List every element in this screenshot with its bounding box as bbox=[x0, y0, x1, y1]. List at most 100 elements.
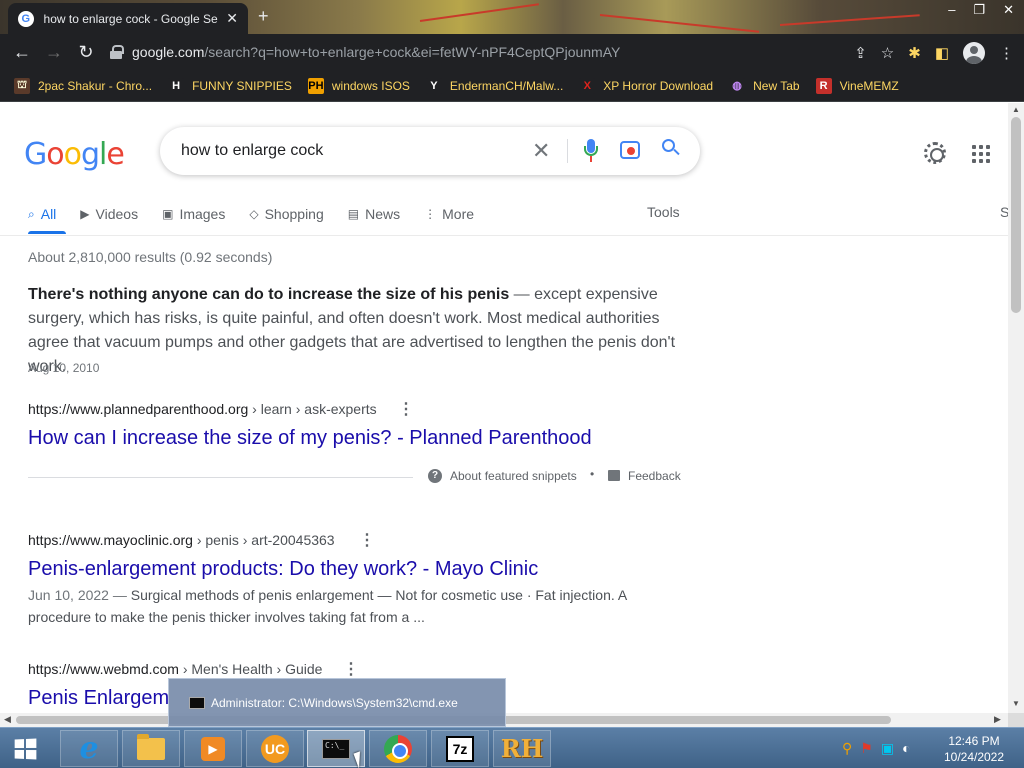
taskbar-media-player[interactable]: ▶ bbox=[184, 730, 242, 767]
taskbar-7zip[interactable]: 7z bbox=[431, 730, 489, 767]
tab-close-icon[interactable]: ✕ bbox=[226, 10, 238, 27]
logo-letter: o bbox=[63, 137, 82, 172]
bookmark-favicon-icon: Y bbox=[425, 77, 442, 94]
chrome-menu-icon[interactable]: ⋮ bbox=[999, 44, 1014, 62]
cmd-window-icon bbox=[189, 696, 205, 709]
tab-all[interactable]: ⌕ All bbox=[28, 203, 56, 225]
bookmark-item[interactable]: R VineMEMZ bbox=[815, 77, 899, 94]
share-icon[interactable]: ⇪ bbox=[854, 44, 867, 62]
tray-flag-icon[interactable]: ⚑ bbox=[860, 740, 873, 757]
google-favicon-icon: G bbox=[18, 10, 34, 27]
taskbar-chrome[interactable] bbox=[369, 730, 427, 767]
taskbar-internet-explorer[interactable]: e bbox=[60, 730, 118, 767]
feedback-icon[interactable] bbox=[608, 470, 620, 481]
cite-breadcrumb: › penis › art-20045363 bbox=[192, 532, 335, 548]
taskbar-resource-hacker[interactable]: RH bbox=[493, 730, 551, 767]
bookmark-favicon-icon: PH bbox=[307, 77, 324, 94]
tray-volume-icon[interactable]: ◐ bbox=[902, 740, 910, 757]
news-tab-icon: ▤ bbox=[347, 207, 360, 221]
result-date: Jun 10, 2022 — bbox=[28, 587, 131, 603]
settings-gear-icon[interactable] bbox=[924, 142, 946, 164]
taskbar-uc-browser[interactable]: UC bbox=[246, 730, 304, 767]
images-tab-icon: ▣ bbox=[162, 207, 174, 221]
minimize-icon[interactable]: – bbox=[948, 2, 955, 18]
close-window-icon[interactable]: ✕ bbox=[1003, 2, 1014, 18]
tools-button[interactable]: Tools bbox=[647, 204, 680, 220]
bookmark-item[interactable]: ⛫ 2pac Shakur - Chro... bbox=[14, 77, 152, 94]
bookmark-label: XP Horror Download bbox=[603, 78, 714, 93]
uc-browser-icon: UC bbox=[261, 734, 289, 763]
system-tray: ⚲ ⚑ ▣ ◐ bbox=[842, 740, 911, 757]
result-menu-icon[interactable]: ⋮ bbox=[359, 530, 375, 550]
tab-more[interactable]: ⋮ More bbox=[424, 203, 474, 225]
result-menu-icon[interactable]: ⋮ bbox=[343, 659, 359, 679]
about-featured-snippets-link[interactable]: About featured snippets bbox=[450, 469, 577, 483]
scroll-left-arrow-icon[interactable]: ◀ bbox=[4, 714, 11, 725]
tab-title: how to enlarge cock - Google Se bbox=[43, 11, 218, 26]
taskbar-clock[interactable]: 12:46 PM 10/24/2022 bbox=[942, 733, 1006, 765]
bookmark-item[interactable]: ◍ New Tab bbox=[729, 77, 800, 94]
result-cite[interactable]: https://www.mayoclinic.org › penis › art… bbox=[28, 532, 335, 548]
tab-videos[interactable]: ▶ Videos bbox=[80, 203, 138, 225]
bookmark-item[interactable]: PH windows ISOS bbox=[307, 77, 410, 94]
result-title[interactable]: Penis Enlargem bbox=[28, 687, 169, 710]
bookmark-item[interactable]: X XP Horror Download bbox=[579, 77, 714, 94]
voice-search-mic-icon[interactable] bbox=[584, 139, 598, 163]
maximize-icon[interactable]: ❐ bbox=[973, 2, 985, 18]
bookmarks-bar: ⛫ 2pac Shakur - Chro... H FUNNY SNIPPIES PH w… bbox=[0, 70, 1024, 102]
featured-snippet-bold: There's nothing anyone can do to increas… bbox=[28, 286, 510, 303]
search-box[interactable]: how to enlarge cock ✕ bbox=[160, 127, 700, 175]
new-tab-icon[interactable]: + bbox=[258, 6, 269, 27]
feedback-link[interactable]: Feedback bbox=[628, 469, 681, 483]
search-query[interactable]: how to enlarge cock bbox=[181, 142, 323, 160]
taskbar-file-explorer[interactable] bbox=[122, 730, 180, 767]
profile-avatar-icon[interactable] bbox=[963, 42, 985, 64]
extensions-puzzle-icon[interactable]: ✱ bbox=[908, 44, 921, 62]
scroll-down-arrow-icon[interactable]: ▼ bbox=[1012, 699, 1020, 708]
taskbar-window-preview[interactable]: Administrator: C:\Windows\System32\cmd.e… bbox=[168, 678, 506, 727]
google-apps-grid-icon[interactable] bbox=[972, 145, 990, 163]
result-cite[interactable]: https://www.webmd.com › Men's Health › G… bbox=[28, 661, 322, 677]
back-arrow-icon[interactable]: ← bbox=[6, 42, 38, 63]
logo-letter: g bbox=[80, 137, 100, 172]
bookmark-item[interactable]: Y EndermanCH/Malw... bbox=[425, 77, 564, 94]
scroll-right-arrow-icon[interactable]: ▶ bbox=[994, 714, 1001, 725]
side-panel-icon[interactable]: ◧ bbox=[935, 44, 949, 62]
reload-icon[interactable]: ↻ bbox=[70, 42, 102, 63]
result-cite[interactable]: https://www.plannedparenthood.org › lear… bbox=[28, 401, 377, 417]
scroll-up-arrow-icon[interactable]: ▲ bbox=[1012, 105, 1020, 114]
all-tab-icon: ⌕ bbox=[28, 206, 35, 221]
active-tab-underline bbox=[28, 231, 66, 234]
featured-result-title[interactable]: How can I increase the size of my penis?… bbox=[28, 427, 592, 450]
forward-arrow-icon[interactable]: → bbox=[38, 42, 70, 63]
start-button-windows-icon[interactable] bbox=[14, 738, 37, 760]
bookmark-label: EndermanCH/Malw... bbox=[449, 78, 564, 93]
address-bar[interactable]: google.com/search?q=how+to+enlarge+cock&… bbox=[110, 38, 880, 66]
featured-snippet-footer: ? About featured snippets • Feedback bbox=[28, 466, 681, 488]
7zip-icon: 7z bbox=[446, 735, 474, 762]
result-title[interactable]: Penis-enlargement products: Do they work… bbox=[28, 558, 538, 581]
help-question-icon[interactable]: ? bbox=[428, 469, 442, 483]
vertical-scrollbar[interactable]: ▲ ▼ bbox=[1008, 103, 1024, 713]
tray-network-icon[interactable]: ▣ bbox=[881, 740, 894, 757]
lock-icon[interactable] bbox=[110, 45, 124, 59]
bookmark-star-icon[interactable]: ☆ bbox=[881, 44, 894, 62]
browser-tab[interactable]: G how to enlarge cock - Google Se ✕ bbox=[8, 3, 248, 34]
bookmark-favicon-icon: ◍ bbox=[729, 77, 746, 94]
bookmark-favicon-icon: ⛫ bbox=[14, 77, 30, 94]
google-logo[interactable]: Google bbox=[24, 137, 125, 172]
google-lens-camera-icon[interactable] bbox=[620, 141, 640, 159]
tab-label: Shopping bbox=[264, 206, 324, 222]
tab-news[interactable]: ▤ News bbox=[348, 203, 400, 225]
resource-hacker-icon: RH bbox=[500, 734, 544, 763]
tab-shopping[interactable]: ◇ Shopping bbox=[249, 203, 323, 225]
clear-search-icon[interactable]: ✕ bbox=[532, 138, 550, 164]
scroll-thumb[interactable] bbox=[1011, 117, 1021, 313]
bookmark-item[interactable]: H FUNNY SNIPPIES bbox=[168, 77, 292, 94]
tray-search-icon[interactable]: ⚲ bbox=[842, 740, 852, 757]
search-magnifier-icon[interactable] bbox=[662, 139, 680, 157]
preview-title: Administrator: C:\Windows\System32\cmd.e… bbox=[211, 695, 458, 710]
result-menu-icon[interactable]: ⋮ bbox=[398, 399, 414, 419]
tab-images[interactable]: ▣ Images bbox=[162, 203, 225, 225]
divider bbox=[28, 477, 413, 478]
